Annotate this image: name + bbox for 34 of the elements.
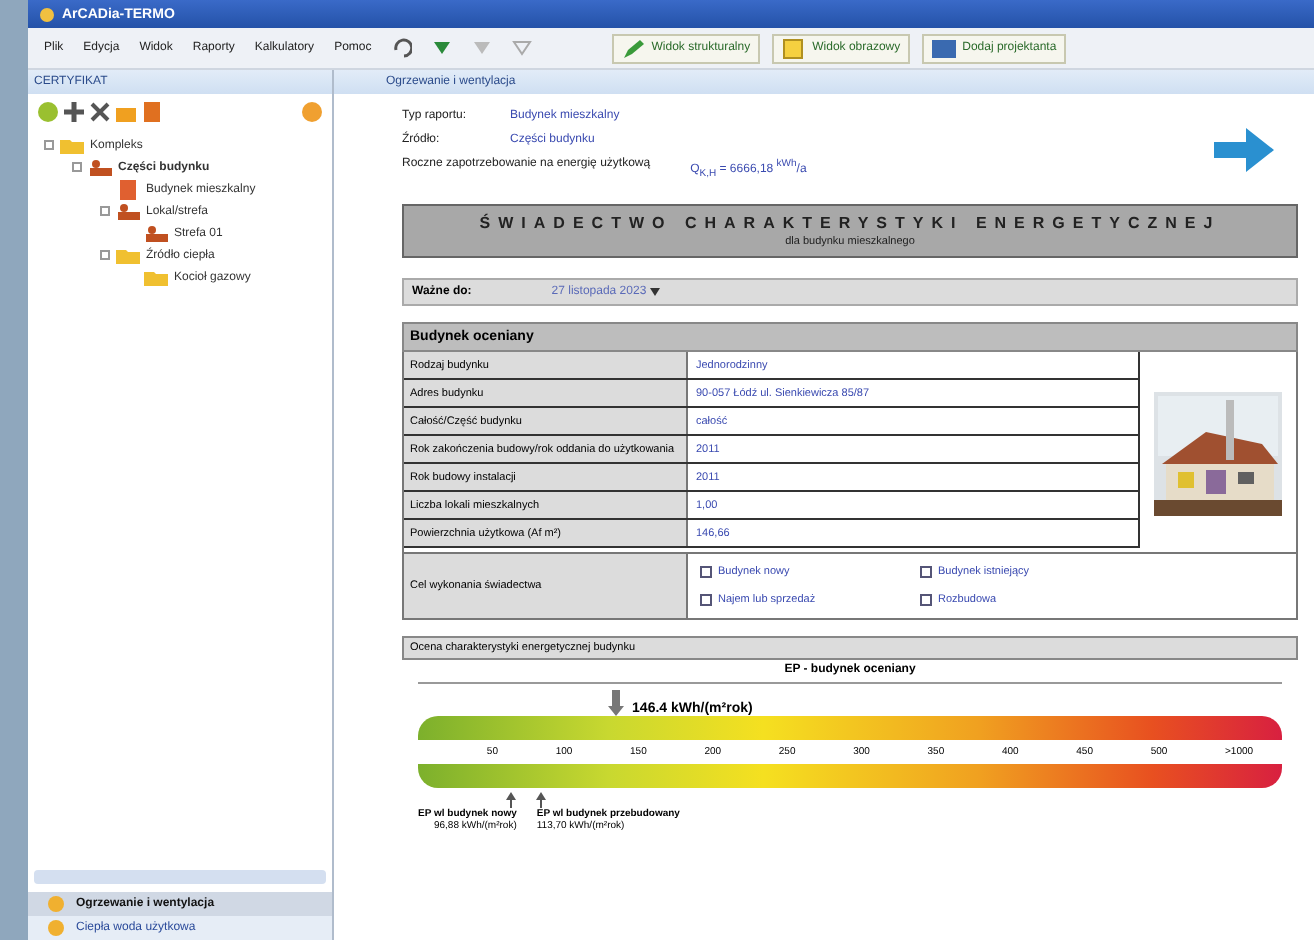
- plus-icon[interactable]: [62, 100, 86, 124]
- filter-icon[interactable]: [471, 38, 492, 58]
- dropdown-caret-icon: [649, 287, 660, 296]
- reference-arrow-icon: [506, 792, 517, 809]
- checkbox[interactable]: [920, 594, 932, 607]
- collapse-toggle[interactable]: [100, 206, 110, 216]
- scrollbar[interactable]: [34, 870, 326, 884]
- nav-icon: [44, 918, 68, 938]
- checkbox[interactable]: [700, 594, 712, 607]
- people-icon: [144, 223, 168, 243]
- delete-icon[interactable]: [88, 100, 112, 124]
- folder-icon: [60, 135, 84, 155]
- certificate-title: ŚWIADECTWO CHARAKTERYSTYKI ENERGETYCZNEJ: [477, 214, 1223, 233]
- document-icon: [116, 179, 140, 199]
- card-icon: [932, 37, 957, 59]
- app-icon: [40, 7, 54, 21]
- checkbox[interactable]: [700, 566, 712, 579]
- people-icon: [116, 201, 140, 221]
- people-icon: [88, 157, 112, 177]
- arrow-icon[interactable]: [1214, 127, 1274, 172]
- reference-arrow-icon: [536, 792, 547, 809]
- collapse-toggle[interactable]: [72, 162, 82, 172]
- nav-icon: [44, 894, 68, 914]
- folder-icon: [116, 245, 140, 265]
- filter-icon[interactable]: [511, 38, 532, 58]
- filter-icon[interactable]: [431, 38, 452, 58]
- document-icon[interactable]: [140, 100, 164, 124]
- collapse-toggle[interactable]: [44, 140, 54, 150]
- note-icon: [782, 37, 807, 59]
- pencil-icon: [621, 37, 646, 59]
- undo-icon[interactable]: [391, 38, 412, 58]
- folder-icon: [144, 267, 168, 287]
- checkbox[interactable]: [920, 566, 932, 579]
- collapse-toggle[interactable]: [100, 250, 110, 260]
